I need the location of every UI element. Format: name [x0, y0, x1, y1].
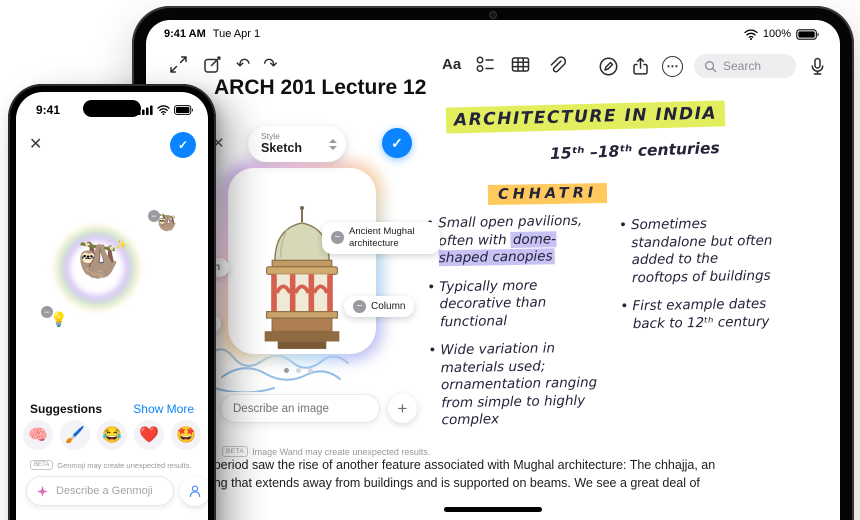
stage: 9:41 AM Tue Apr 1 100% ↶ ↷ Aa ⋯ Search A…	[0, 0, 860, 520]
disclaimer-text: Genmoji may create unexpected results.	[57, 460, 192, 470]
toolbar-middle-group: Aa	[442, 54, 567, 75]
text-format-button[interactable]: Aa	[442, 56, 461, 73]
battery-icon	[174, 105, 193, 115]
tag-chip-column[interactable]: − Column	[344, 296, 415, 317]
compose-icon[interactable]	[202, 54, 223, 75]
genmoji-accept-button[interactable]: ✓	[170, 132, 196, 158]
ipad-device: 9:41 AM Tue Apr 1 100% ↶ ↷ Aa ⋯ Search A…	[132, 6, 854, 520]
variant-emoji: 🦥	[157, 215, 177, 232]
genmoji-disclaimer: BETA Genmoji may create unexpected resul…	[30, 460, 191, 470]
note-body-line: ning that extends away from buildings an…	[204, 476, 700, 490]
checklist-icon[interactable]	[475, 54, 496, 75]
dot	[308, 368, 313, 373]
describe-image-input[interactable]	[220, 394, 380, 423]
ipad-status-bar-right: 100%	[744, 28, 820, 40]
handwritten-bullet: Typically more decorative than functiona…	[427, 276, 600, 332]
home-indicator[interactable]	[444, 507, 542, 512]
show-more-link[interactable]: Show More	[133, 402, 194, 416]
remove-variant-icon[interactable]: −	[148, 210, 160, 222]
share-icon[interactable]	[630, 56, 651, 77]
dot	[296, 368, 301, 373]
markup-pencil-icon[interactable]	[598, 56, 619, 77]
emoji-suggestion-brain[interactable]: 🧠	[23, 420, 53, 450]
person-icon	[189, 485, 201, 498]
genmoji-variant-sloth[interactable]: − 🦥	[148, 210, 177, 232]
dot-active	[284, 368, 289, 373]
tag-chip-ancient-mughal[interactable]: − Ancient Mughal architecture	[322, 222, 440, 254]
note-title: ARCH 201 Lecture 12	[214, 76, 427, 99]
ipad-camera	[489, 11, 497, 19]
tag-label: Column	[371, 301, 406, 312]
handwritten-bullet: Sometimes standalone but often added to …	[619, 215, 778, 288]
ipad-status-time: 9:41 AM	[164, 28, 206, 40]
search-placeholder: Search	[723, 59, 762, 73]
handwritten-section-title: CHHATRI	[487, 182, 608, 206]
more-options-button[interactable]: ⋯	[662, 55, 683, 77]
toolbar-left-group: ↶ ↷	[168, 54, 278, 75]
person-button[interactable]	[180, 476, 208, 506]
note-body-line: s period saw the rise of another feature…	[204, 458, 716, 472]
search-field[interactable]: Search	[694, 54, 796, 78]
ipad-battery-percent: 100%	[762, 28, 791, 40]
collapse-arrows-icon[interactable]	[168, 54, 189, 75]
emoji-suggestions-row: 🧠 🖌️ 😂 ❤️ 🤩	[23, 420, 201, 450]
genmoji-close-icon[interactable]: ✕	[29, 134, 42, 154]
iphone-device: 9:41 ✕ ✓ 🦥 ✨ − 🦥 − 💡 Suggestions Show Mo…	[8, 84, 216, 520]
wifi-icon	[744, 28, 758, 40]
handwritten-subheading: 15ᵗʰ –18ᵗʰ centuries	[549, 139, 720, 163]
handwritten-left-column: Small open pavilions, often with dome-sh…	[426, 213, 602, 442]
remove-tag-icon[interactable]: −	[353, 300, 366, 313]
emoji-suggestion-joy[interactable]: 😂	[97, 420, 127, 450]
microphone-icon[interactable]	[807, 56, 828, 77]
toolbar-right-group: ⋯ Search	[598, 54, 828, 78]
sparkle-icon: ✨	[115, 240, 128, 251]
redo-icon[interactable]: ↷	[263, 54, 277, 75]
handwritten-bullet: Small open pavilions, often with dome-sh…	[426, 213, 599, 269]
describe-genmoji-field[interactable]	[26, 476, 174, 506]
genmoji-variant-lightbulb[interactable]: − 💡	[41, 306, 67, 326]
generated-image	[228, 168, 376, 354]
image-variant-dots	[284, 368, 313, 373]
disclaimer-text: Image Wand may create unexpected results…	[252, 446, 431, 457]
remove-variant-icon[interactable]: −	[41, 306, 53, 318]
wifi-icon	[157, 105, 170, 115]
style-value: Sketch	[261, 140, 302, 155]
tag-label: Ancient Mughal architecture	[349, 226, 415, 249]
handwritten-right-column: Sometimes standalone but often added to …	[619, 215, 779, 345]
remove-tag-icon[interactable]: −	[331, 231, 344, 245]
search-icon	[705, 60, 717, 72]
sloth-genmoji: 🦥	[77, 242, 120, 280]
undo-icon[interactable]: ↶	[236, 54, 250, 75]
describe-genmoji-input[interactable]	[54, 484, 163, 498]
ipad-status-bar-left: 9:41 AM Tue Apr 1	[164, 28, 260, 40]
ipad-screen: 9:41 AM Tue Apr 1 100% ↶ ↷ Aa ⋯ Search A…	[146, 20, 840, 520]
paperclip-icon[interactable]	[545, 54, 567, 75]
add-button[interactable]: +	[388, 394, 417, 423]
style-selector[interactable]: Style Sketch	[248, 126, 346, 162]
generated-image-frame[interactable]	[228, 168, 376, 354]
image-wand-disclaimer: BETA Image Wand may create unexpected re…	[222, 446, 430, 457]
table-icon[interactable]	[510, 54, 531, 75]
handwritten-bullet: First example dates back to 12ᵗʰ century	[620, 296, 779, 334]
beta-badge: BETA	[222, 446, 249, 457]
battery-icon	[796, 28, 819, 40]
dynamic-island	[83, 100, 141, 117]
iphone-status-time: 9:41	[36, 103, 61, 117]
chevron-up-down-icon	[329, 138, 337, 150]
beta-badge: BETA	[30, 460, 54, 470]
handwritten-bullet: Wide variation in materials used; orname…	[428, 340, 602, 431]
image-wand-accept-button[interactable]: ✓	[382, 128, 412, 158]
iphone-screen: 9:41 ✕ ✓ 🦥 ✨ − 🦥 − 💡 Suggestions Show Mo…	[16, 92, 208, 520]
emoji-suggestion-heart[interactable]: ❤️	[134, 420, 164, 450]
ipad-status-date: Tue Apr 1	[212, 28, 261, 40]
apple-intelligence-sparkle-icon	[37, 485, 48, 497]
emoji-suggestion-starstruck[interactable]: 🤩	[171, 420, 201, 450]
iphone-status-icons	[138, 105, 194, 115]
style-selector-text: Style Sketch	[261, 132, 302, 155]
emoji-suggestion-paintbrush[interactable]: 🖌️	[60, 420, 90, 450]
suggestions-label: Suggestions	[30, 402, 103, 416]
handwritten-heading: ARCHITECTURE IN INDIA	[445, 100, 726, 134]
